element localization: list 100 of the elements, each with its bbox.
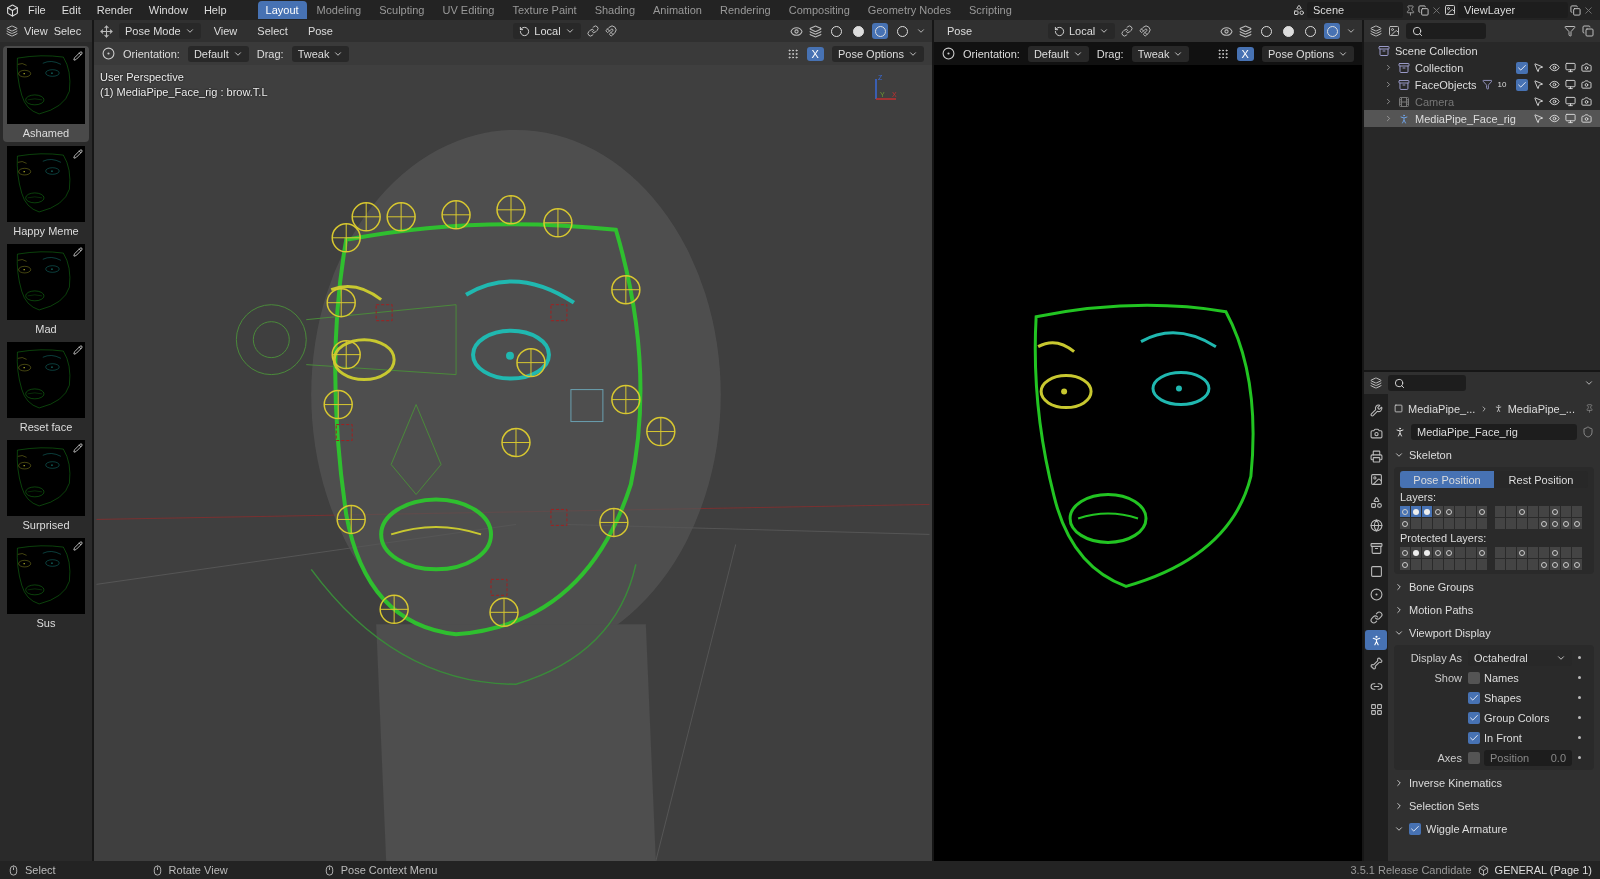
layer-toggle[interactable] [1422,559,1432,570]
layer-toggle[interactable] [1400,559,1410,570]
layer-toggle[interactable] [1400,518,1410,529]
layer-toggle[interactable] [1517,518,1527,529]
layer-toggle[interactable] [1528,506,1538,517]
pose-thumbnail[interactable]: Mad [3,242,89,338]
menu-item[interactable]: Select [250,23,295,39]
layer-toggle[interactable] [1517,506,1527,517]
workspace-tab[interactable]: Shading [586,1,644,19]
layer-toggle[interactable] [1517,547,1527,558]
layer-toggle[interactable] [1466,547,1476,558]
layer-toggle[interactable] [1477,518,1487,529]
panel-header[interactable]: Inverse Kinematics [1394,772,1594,793]
pose-thumbnail[interactable]: Sus [3,536,89,632]
workspace-tab[interactable]: UV Editing [434,1,503,19]
layer-toggle[interactable] [1400,506,1410,517]
layer-toggle[interactable] [1528,518,1538,529]
shading-button[interactable] [872,23,888,39]
shading-button[interactable] [894,23,910,39]
layer-toggle[interactable] [1539,547,1549,558]
shading-button[interactable] [828,23,844,39]
tree-item[interactable]: Scene Collection [1395,44,1478,57]
layer-toggle[interactable] [1411,518,1421,529]
breadcrumb-item[interactable]: MediaPipe_... [1507,402,1575,415]
layer-toggle[interactable] [1444,518,1454,529]
layer-toggle[interactable] [1495,518,1505,529]
menu-item[interactable]: Pose [300,23,340,39]
menu-item[interactable]: View [24,25,48,37]
layer-toggle[interactable] [1422,506,1432,517]
checkbox[interactable] [1516,61,1528,74]
layer-toggle[interactable] [1444,547,1454,558]
layer-toggle[interactable] [1561,506,1571,517]
layer-toggle[interactable] [1572,518,1582,529]
layer-toggle[interactable] [1539,518,1549,529]
scene-field[interactable]: Scene [1307,2,1403,18]
menu-item[interactable]: Edit [54,2,88,18]
workspace-tab[interactable]: Sculpting [371,1,433,19]
layer-toggle[interactable] [1455,559,1465,570]
checkbox[interactable] [1468,751,1480,764]
layer-toggle[interactable] [1572,559,1582,570]
layer-toggle[interactable] [1561,518,1571,529]
layer-toggle[interactable] [1400,547,1410,558]
pose-thumbnail[interactable]: Happy Meme [3,144,89,240]
workspace-tab[interactable]: Rendering [711,1,779,19]
layer-toggle[interactable] [1433,518,1443,529]
layer-toggle[interactable] [1506,559,1516,570]
pose-options-dropdown[interactable]: Pose Options [1261,45,1354,62]
layer-toggle[interactable] [1433,559,1443,570]
workspace-tab[interactable]: Compositing [780,1,858,19]
panel-header[interactable]: Viewport Display [1394,622,1594,643]
layer-toggle[interactable] [1550,518,1560,529]
view-layer-field[interactable]: ViewLayer [1458,2,1568,18]
workspace-tab[interactable]: Geometry Nodes [859,1,959,19]
layer-toggle[interactable] [1528,559,1538,570]
panel-header[interactable]: Wiggle Armature [1394,818,1594,839]
workspace-tab[interactable]: Modeling [308,1,370,19]
layer-toggle[interactable] [1477,506,1487,517]
pivot-dropdown[interactable]: Local [513,23,581,39]
layer-toggle[interactable] [1572,547,1582,558]
menu-item[interactable]: Selec [53,25,82,37]
outliner-row[interactable]: Collection [1364,59,1600,76]
outliner-row[interactable]: FaceObjects 10 [1364,76,1600,93]
layer-toggle[interactable] [1444,506,1454,517]
layer-toggle[interactable] [1477,547,1487,558]
layer-toggle[interactable] [1411,559,1421,570]
layer-toggle[interactable] [1455,506,1465,517]
layer-toggle[interactable] [1422,518,1432,529]
layer-toggle[interactable] [1477,559,1487,570]
layer-toggle[interactable] [1561,559,1571,570]
layer-toggle[interactable] [1517,559,1527,570]
pose-thumbnail[interactable]: Reset face [3,340,89,436]
shading-button[interactable] [1258,23,1274,39]
workspace-tab[interactable]: Layout [257,1,307,19]
layer-toggle[interactable] [1422,547,1432,558]
checkbox[interactable] [1409,822,1421,835]
layer-toggle[interactable] [1561,547,1571,558]
layer-toggle[interactable] [1528,547,1538,558]
mode-dropdown[interactable]: Pose Mode [119,23,201,39]
search-field[interactable] [1406,23,1486,39]
pose-thumbnail[interactable]: Ashamed [3,46,89,142]
panel-header[interactable]: Selection Sets [1394,795,1594,816]
panel-header[interactable]: Skeleton [1394,444,1594,465]
orientation-dropdown[interactable]: Default [187,45,249,62]
outliner-row[interactable]: MediaPipe_Face_rig [1364,110,1600,127]
panel-header[interactable]: Bone Groups [1394,576,1594,597]
layer-toggle[interactable] [1539,506,1549,517]
layer-toggle[interactable] [1550,559,1560,570]
workspace-tab[interactable]: Scripting [961,1,1020,19]
layer-toggle[interactable] [1550,506,1560,517]
layer-toggle[interactable] [1433,506,1443,517]
search-field[interactable] [1388,375,1466,391]
layer-toggle[interactable] [1539,559,1549,570]
checkbox[interactable] [1468,671,1480,684]
menu-item[interactable]: View [206,23,245,39]
drag-dropdown[interactable]: Tweak [1131,45,1190,62]
mirror-x-button[interactable]: X [806,46,824,61]
layer-toggle[interactable] [1572,506,1582,517]
layer-toggle[interactable] [1466,559,1476,570]
layer-toggle[interactable] [1495,547,1505,558]
layer-toggle[interactable] [1550,547,1560,558]
